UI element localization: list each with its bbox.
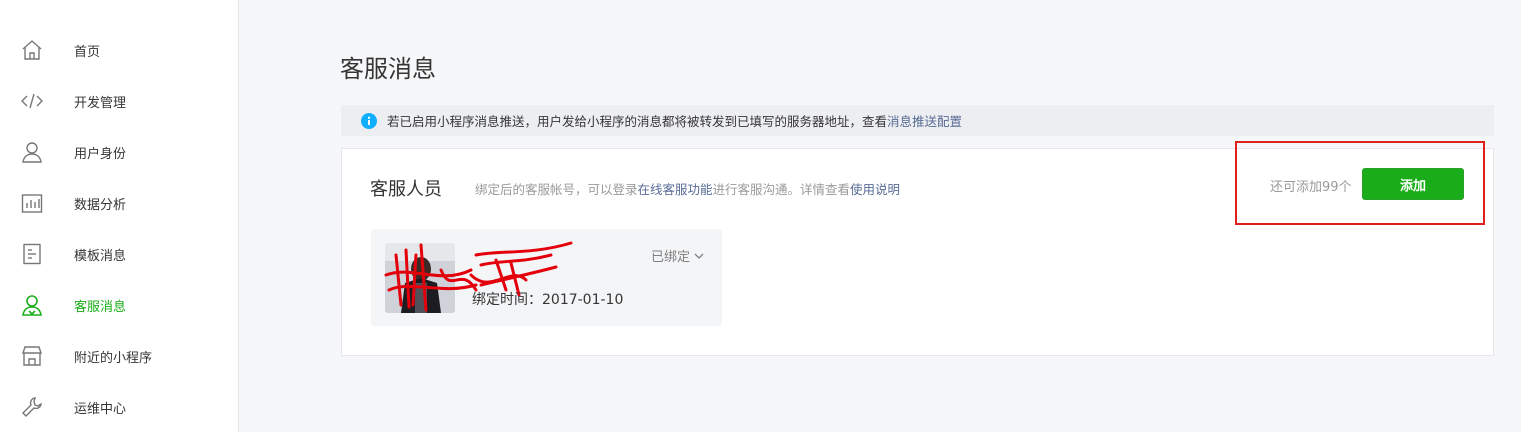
sidebar-item-dev-management[interactable]: 开发管理 xyxy=(0,81,238,121)
home-icon xyxy=(20,38,44,62)
document-icon xyxy=(20,242,44,266)
user-icon xyxy=(20,140,44,164)
agent-card: 已绑定 绑定时间：2017-01-10 xyxy=(371,229,722,326)
store-icon xyxy=(20,344,44,368)
code-icon xyxy=(20,89,44,113)
sidebar-item-label: 客服消息 xyxy=(74,299,127,315)
message-push-config-link[interactable]: 消息推送配置 xyxy=(887,111,962,130)
sidebar-item-operations-center[interactable]: 运维中心 xyxy=(0,387,238,427)
notice-text: 若已启用小程序消息推送，用户发给小程序的消息都将被转发到已填写的服务器地址，查看 xyxy=(387,114,888,129)
chart-icon xyxy=(20,191,44,215)
info-icon xyxy=(361,112,377,129)
customer-service-icon xyxy=(20,293,44,317)
sidebar-item-label: 运维中心 xyxy=(74,401,127,417)
bind-status-label: 已绑定 xyxy=(651,250,691,265)
main-content: 客服消息 若已启用小程序消息推送，用户发给小程序的消息都将被转发到已填写的服务器… xyxy=(239,0,1521,432)
sidebar-item-nearby-mini-programs[interactable]: 附近的小程序 xyxy=(0,336,238,376)
sidebar-item-customer-service[interactable]: 客服消息 xyxy=(0,285,238,325)
online-service-link[interactable]: 在线客服功能 xyxy=(638,182,713,197)
sidebar-item-label: 模板消息 xyxy=(74,248,127,264)
sidebar-item-data-analysis[interactable]: 数据分析 xyxy=(0,183,238,223)
bind-status-dropdown[interactable]: 已绑定 xyxy=(651,246,704,265)
sidebar-item-label: 数据分析 xyxy=(74,197,127,213)
remaining-count: 还可添加99个 xyxy=(1270,180,1352,195)
sidebar-item-label: 开发管理 xyxy=(74,95,127,111)
usage-guide-link[interactable]: 使用说明 xyxy=(850,182,900,197)
sidebar-item-label: 用户身份 xyxy=(74,146,127,162)
avatar xyxy=(385,243,455,313)
sidebar-item-template-messages[interactable]: 模板消息 xyxy=(0,234,238,274)
desc-prefix: 绑定后的客服帐号，可以登录 xyxy=(475,182,638,197)
customer-service-card: 客服人员 绑定后的客服帐号，可以登录在线客服功能进行客服沟通。详情查看使用说明 … xyxy=(341,148,1494,356)
sidebar-item-user-identity[interactable]: 用户身份 xyxy=(0,132,238,172)
bind-time: 绑定时间：2017-01-10 xyxy=(472,292,624,308)
desc-middle: 进行客服沟通。详情查看 xyxy=(712,182,851,197)
sidebar: 首页 开发管理 用户身份 数据分析 模板消息 客服消息 附近的小程序 运维中心 xyxy=(0,0,239,432)
sidebar-item-label: 首页 xyxy=(74,44,101,60)
notice-bar: 若已启用小程序消息推送，用户发给小程序的消息都将被转发到已填写的服务器地址，查看… xyxy=(341,105,1494,136)
chevron-down-icon xyxy=(694,253,704,259)
sidebar-item-label: 附近的小程序 xyxy=(74,350,153,366)
page-title: 客服消息 xyxy=(340,55,436,84)
wrench-icon xyxy=(20,395,44,419)
card-title: 客服人员 xyxy=(370,179,442,200)
sidebar-item-home[interactable]: 首页 xyxy=(0,30,238,70)
add-button[interactable]: 添加 xyxy=(1362,168,1464,200)
card-description: 绑定后的客服帐号，可以登录在线客服功能进行客服沟通。详情查看使用说明 xyxy=(475,179,900,198)
